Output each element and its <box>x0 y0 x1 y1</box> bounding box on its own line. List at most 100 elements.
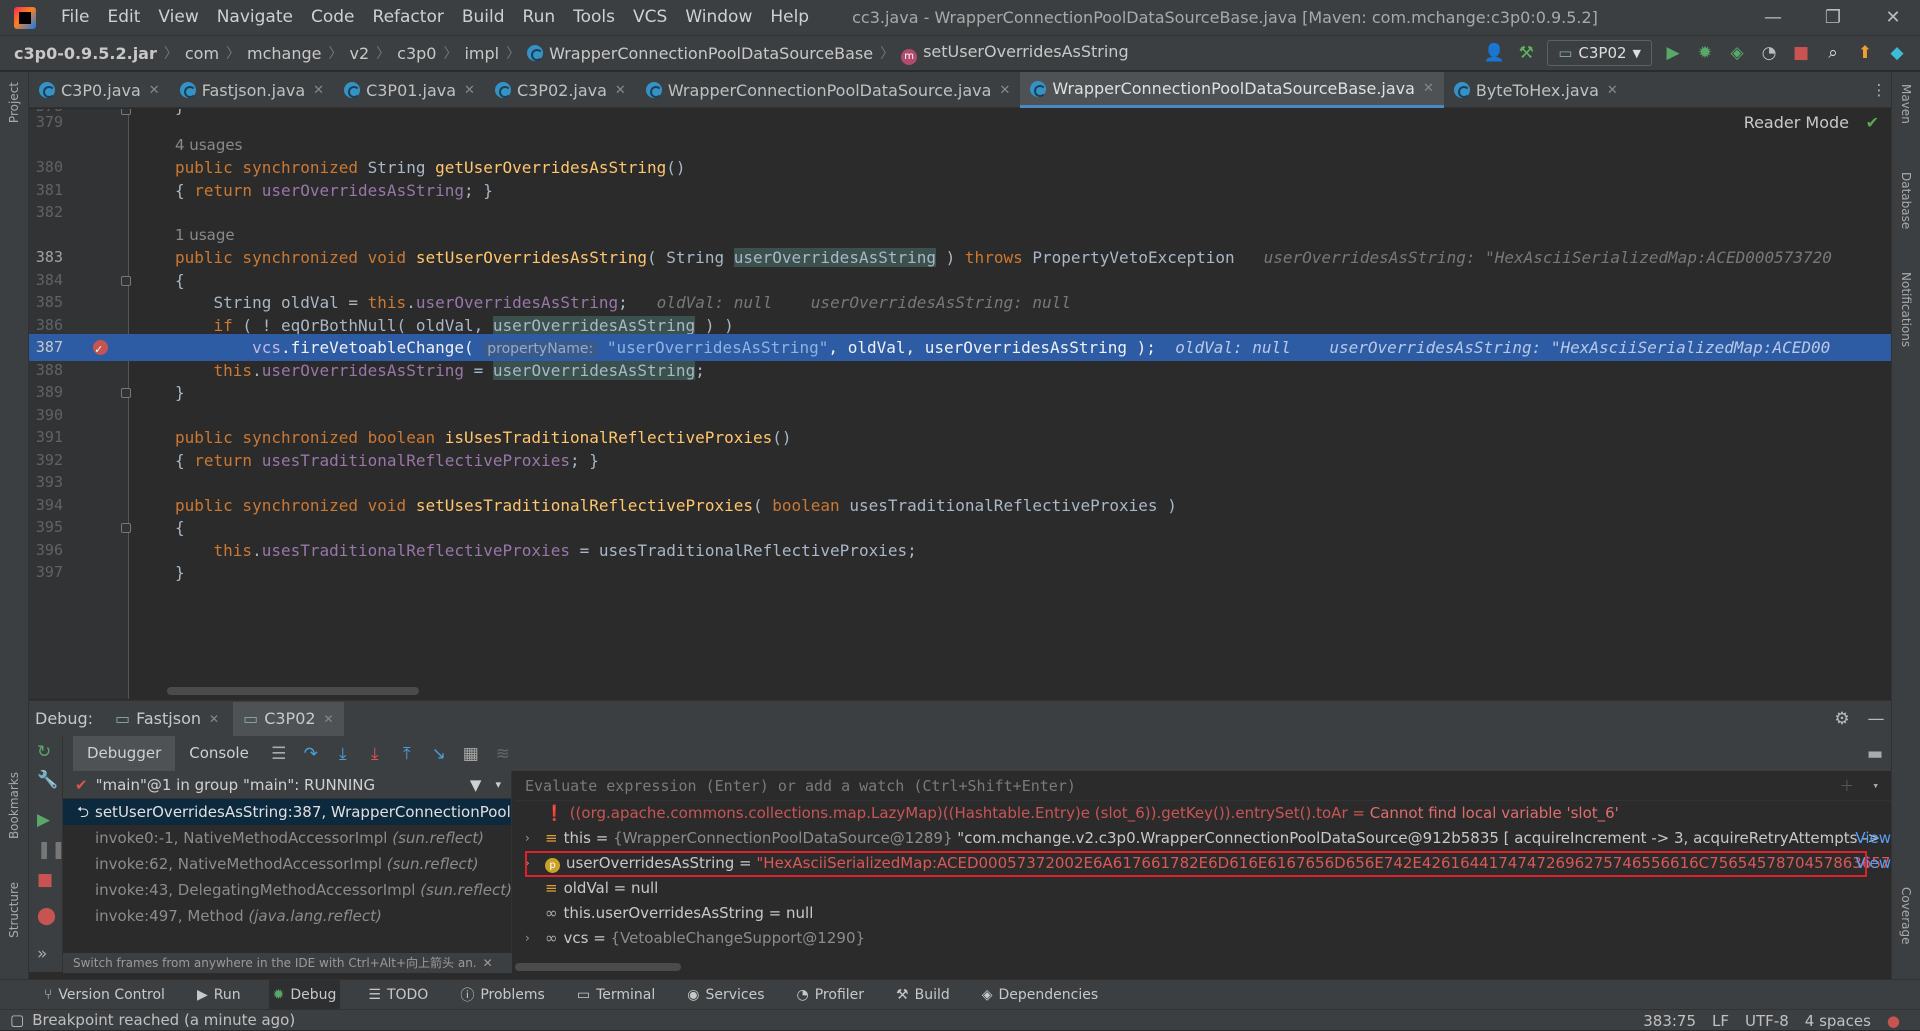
maven-tool-button[interactable]: Maven <box>1899 84 1913 124</box>
breadcrumb-c3p0[interactable]: c3p0 <box>397 44 436 63</box>
tab-bytetohex[interactable]: ByteToHex.java ✕ <box>1444 72 1628 108</box>
ide-error-icon[interactable]: ● <box>1887 1012 1900 1030</box>
tab-wrapper-cpds-base[interactable]: WrapperConnectionPoolDataSourceBase.java… <box>1020 72 1444 108</box>
code-editor[interactable]: Reader Mode ✔ 378} 379 4 usages 380publi… <box>29 109 1891 699</box>
breakpoint-icon[interactable] <box>93 336 108 363</box>
tool-dependencies[interactable]: ◈ Dependencies <box>978 980 1102 1010</box>
file-encoding[interactable]: UTF-8 <box>1745 1012 1789 1030</box>
stop-icon[interactable]: ■ <box>37 870 53 890</box>
filter-icon[interactable]: ▼ <box>470 776 482 794</box>
tool-debug[interactable]: ✹ Debug <box>268 979 341 1010</box>
close-icon[interactable]: ✕ <box>1870 0 1916 35</box>
resume-icon[interactable]: ▶ <box>37 810 50 830</box>
tab-debugger[interactable]: Debugger <box>73 736 176 771</box>
stop-icon[interactable]: ■ <box>1790 42 1812 64</box>
breadcrumb-class[interactable]: WrapperConnectionPoolDataSourceBase <box>527 44 873 63</box>
menu-window[interactable]: Window <box>676 0 761 35</box>
run-to-cursor-icon[interactable]: ↘ <box>423 744 455 764</box>
step-out-icon[interactable]: ⤒ <box>391 744 423 764</box>
menu-code[interactable]: Code <box>302 0 364 35</box>
profiler-icon[interactable]: ◔ <box>1758 42 1780 64</box>
frame-row[interactable]: ⮌ setUserOverridesAsString:387, WrapperCo… <box>63 799 511 825</box>
pause-icon[interactable]: ❚❚ <box>37 840 66 860</box>
menu-file[interactable]: File <box>52 0 98 35</box>
tab-console[interactable]: Console <box>175 736 263 771</box>
close-icon[interactable]: ✕ <box>999 83 1010 98</box>
frame-row[interactable]: invoke:62, NativeMethodAccessorImpl (sun… <box>63 851 511 877</box>
hide-icon[interactable]: — <box>1861 709 1891 729</box>
debug-session-tab-fastjson[interactable]: ▭ Fastjson ✕ <box>105 702 229 736</box>
menu-view[interactable]: View <box>149 0 207 35</box>
menu-navigate[interactable]: Navigate <box>208 0 302 35</box>
tool-services[interactable]: ◉ Services <box>683 980 768 1010</box>
fold-marker-icon[interactable] <box>121 109 131 115</box>
watch-error-row[interactable]: ❗ ((org.apache.commons.collections.map.La… <box>515 801 1891 826</box>
breadcrumb-impl[interactable]: impl <box>464 44 499 63</box>
tab-fastjson[interactable]: Fastjson.java ✕ <box>170 72 334 108</box>
thread-selector[interactable]: ✔ "main"@1 in group "main": RUNNING ▼ ▾ <box>63 771 511 799</box>
trace-icon[interactable]: ≋ <box>487 744 519 764</box>
variable-row-vcs[interactable]: › ∞ vcs = {VetoableChangeSupport@1290} <box>515 926 1891 951</box>
frame-row[interactable]: invoke:43, DelegatingMethodAccessorImpl … <box>63 877 511 903</box>
breadcrumb-method[interactable]: m setUserOverridesAsString <box>901 42 1129 65</box>
coverage-icon[interactable]: ◈ <box>1726 42 1748 64</box>
tool-version-control[interactable]: ⑂ Version Control <box>40 980 169 1010</box>
search-icon[interactable]: ⌕ <box>1822 42 1844 64</box>
build-hammer-icon[interactable]: ⚒ <box>1515 42 1537 64</box>
close-icon[interactable]: ✕ <box>483 956 493 970</box>
run-config-select[interactable]: ▭ C3P02 ▼ <box>1547 40 1652 66</box>
view-breakpoints-icon[interactable]: ⬤ <box>37 906 56 926</box>
wrench-icon[interactable]: 🔧 <box>37 770 58 790</box>
coverage-tool-button[interactable]: Coverage <box>1899 887 1913 945</box>
evaluate-icon[interactable]: ▦ <box>455 744 487 764</box>
close-icon[interactable]: ✕ <box>464 83 475 98</box>
user-icon[interactable]: 👤 <box>1483 42 1505 64</box>
minimize-icon[interactable]: — <box>1750 0 1796 35</box>
variable-row-oldval[interactable]: ≡ oldVal = null <box>515 876 1891 901</box>
frame-row[interactable]: invoke0:-1, NativeMethodAccessorImpl (su… <box>63 825 511 851</box>
project-tool-button[interactable]: Project <box>7 82 21 123</box>
line-separator[interactable]: LF <box>1712 1012 1729 1030</box>
rerun-icon[interactable]: ↻ <box>37 742 51 762</box>
gear-icon[interactable]: ⚙ <box>1827 709 1857 729</box>
debug-session-tab-c3p02[interactable]: ▭ C3P02 ✕ <box>233 701 344 736</box>
update-icon[interactable]: ⬆ <box>1854 42 1876 64</box>
close-icon[interactable]: ✕ <box>615 83 626 98</box>
close-icon[interactable]: ✕ <box>1423 81 1434 96</box>
expand-icon[interactable]: › <box>525 826 530 851</box>
menu-build[interactable]: Build <box>453 0 514 35</box>
breadcrumb-com[interactable]: com <box>185 44 219 63</box>
evaluate-expression-input[interactable]: Evaluate expression (Enter) or add a wat… <box>515 771 1891 801</box>
tab-c3p02[interactable]: C3P02.java ✕ <box>485 72 636 108</box>
plugin-icon[interactable]: ◆ <box>1886 42 1908 64</box>
tool-run[interactable]: ▶ Run <box>193 980 245 1010</box>
close-icon[interactable]: ✕ <box>149 83 160 98</box>
tool-profiler[interactable]: ◔ Profiler <box>793 980 869 1010</box>
structure-tool-button[interactable]: Structure <box>7 882 21 938</box>
variable-row-this[interactable]: › ≡ this = {WrapperConnectionPoolDataSourc… <box>515 826 1891 851</box>
more-tabs-icon[interactable]: ⋮ <box>1867 72 1891 107</box>
close-icon[interactable]: ✕ <box>324 712 334 726</box>
indent-setting[interactable]: 4 spaces <box>1805 1012 1871 1030</box>
restore-layout-icon[interactable]: ▬ <box>1859 744 1891 764</box>
chevron-down-icon[interactable]: ▾ <box>495 778 501 791</box>
close-icon[interactable]: ✕ <box>313 83 324 98</box>
fold-marker-icon[interactable] <box>121 523 131 533</box>
step-into-icon[interactable]: ⤓ <box>327 744 359 764</box>
menu-run[interactable]: Run <box>514 0 565 35</box>
menu-help[interactable]: Help <box>761 0 818 35</box>
menu-refactor[interactable]: Refactor <box>364 0 453 35</box>
debug-bug-icon[interactable]: ✹ <box>1694 42 1716 64</box>
tab-wrapper-cpds[interactable]: WrapperConnectionPoolDataSource.java ✕ <box>636 72 1021 108</box>
horizontal-scrollbar[interactable] <box>515 963 681 971</box>
layout-icon[interactable]: ☰ <box>263 744 295 764</box>
expand-icon[interactable]: › <box>525 926 530 951</box>
tab-c3p01[interactable]: C3P01.java ✕ <box>334 72 485 108</box>
tool-todo[interactable]: ☰ TODO <box>364 980 432 1010</box>
close-icon[interactable]: ✕ <box>209 712 219 726</box>
frame-row[interactable]: invoke:497, Method (java.lang.reflect) <box>63 903 511 929</box>
breadcrumb-mchange[interactable]: mchange <box>247 44 321 63</box>
watch-row-this-useroverrides[interactable]: ∞ this.userOverridesAsString = null <box>515 901 1891 926</box>
caret-position[interactable]: 383:75 <box>1643 1012 1696 1030</box>
view-link[interactable]: View <box>1855 826 1891 851</box>
